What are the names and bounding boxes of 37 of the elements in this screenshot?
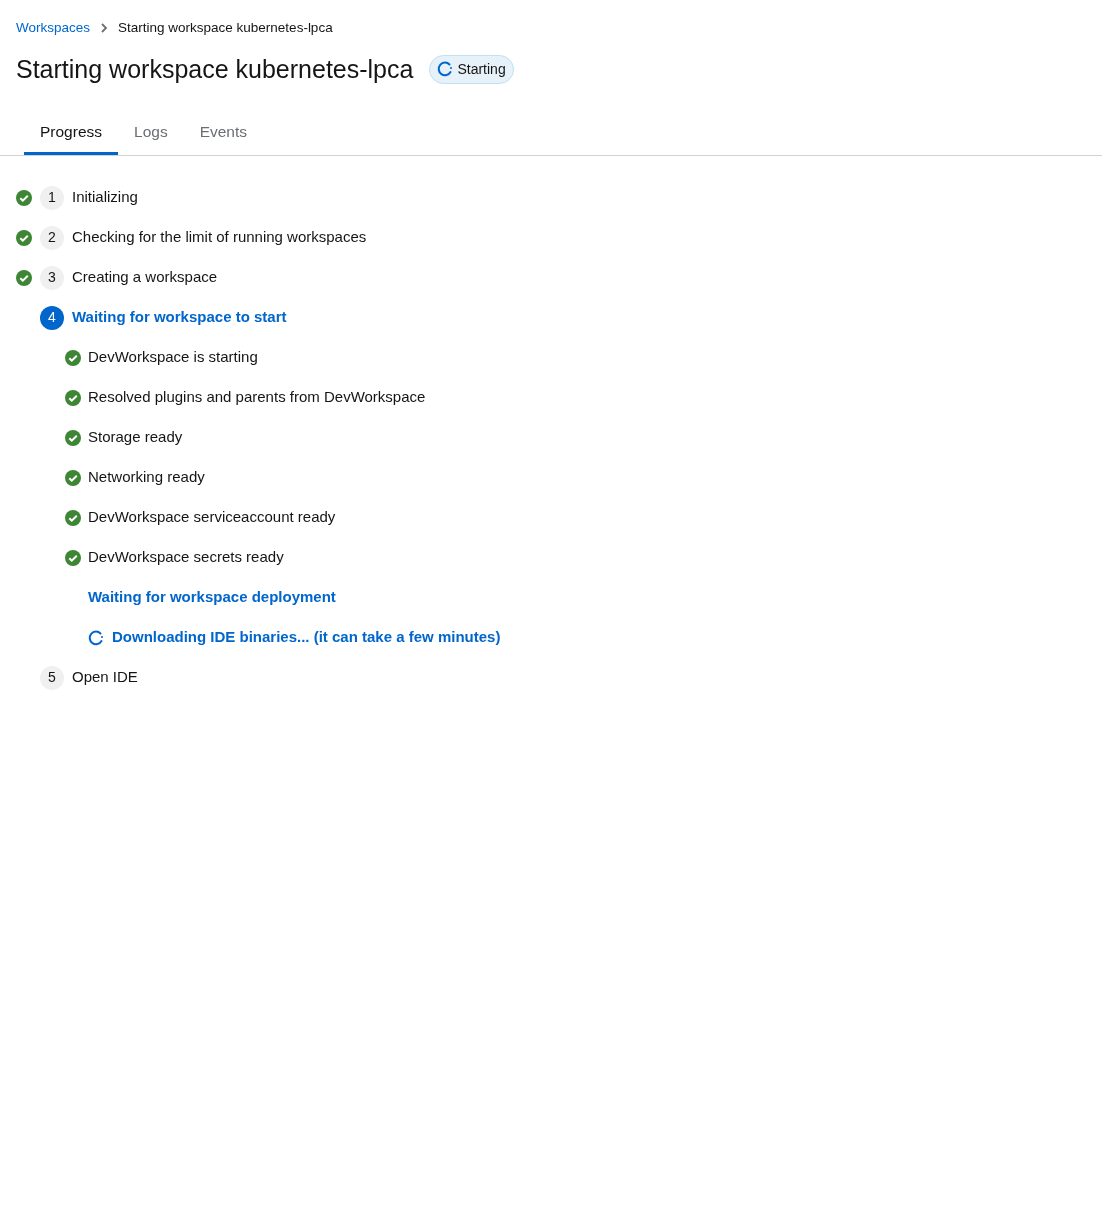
tab[interactable]: Progress [24, 116, 119, 155]
substep-label: DevWorkspace is starting [88, 347, 258, 368]
check-icon [65, 549, 81, 566]
status-badge: Starting [429, 54, 514, 84]
step-label: Checking for the limit of running workspaces [72, 227, 367, 248]
check-icon [16, 229, 32, 246]
tab[interactable]: Logs [118, 116, 184, 155]
substep-label: Storage ready [88, 427, 183, 448]
check-icon [65, 349, 81, 366]
step-number: 5 [40, 665, 64, 690]
breadcrumb-link[interactable]: Workspaces [16, 18, 91, 39]
substep-label: Networking ready [88, 467, 205, 488]
substep-label: Resolved plugins and parents from DevWorkspace [88, 387, 426, 408]
step-number: 3 [40, 265, 64, 290]
tab[interactable]: Events [183, 116, 264, 155]
substep-label: DevWorkspace serviceaccount ready [88, 507, 336, 528]
check-icon [16, 269, 32, 286]
check-icon [65, 389, 81, 406]
substep-label: DevWorkspace secrets ready [88, 547, 284, 568]
spinner-icon [437, 61, 454, 78]
step-label: Initializing [72, 187, 138, 208]
check-icon [65, 469, 81, 486]
step-label: Creating a workspace [72, 267, 218, 288]
breadcrumb-current: Starting workspace kubernetes-lpca [118, 19, 333, 37]
check-icon [16, 189, 32, 206]
step-label: Waiting for workspace to start [72, 307, 287, 328]
check-icon [65, 509, 81, 526]
spinner-icon [88, 629, 104, 646]
page-title: Starting workspace kubernetes-lpca [16, 54, 414, 85]
step-number: 1 [40, 185, 64, 210]
chevron-icon [100, 23, 109, 34]
check-icon [65, 429, 81, 446]
step-number: 2 [40, 225, 64, 250]
step-number: 4 [40, 305, 64, 330]
step-label: Open IDE [72, 667, 138, 688]
substep-label: Downloading IDE binaries... (it can take a few minutes) [112, 627, 501, 648]
substep-label: Waiting for workspace deployment [88, 587, 336, 608]
